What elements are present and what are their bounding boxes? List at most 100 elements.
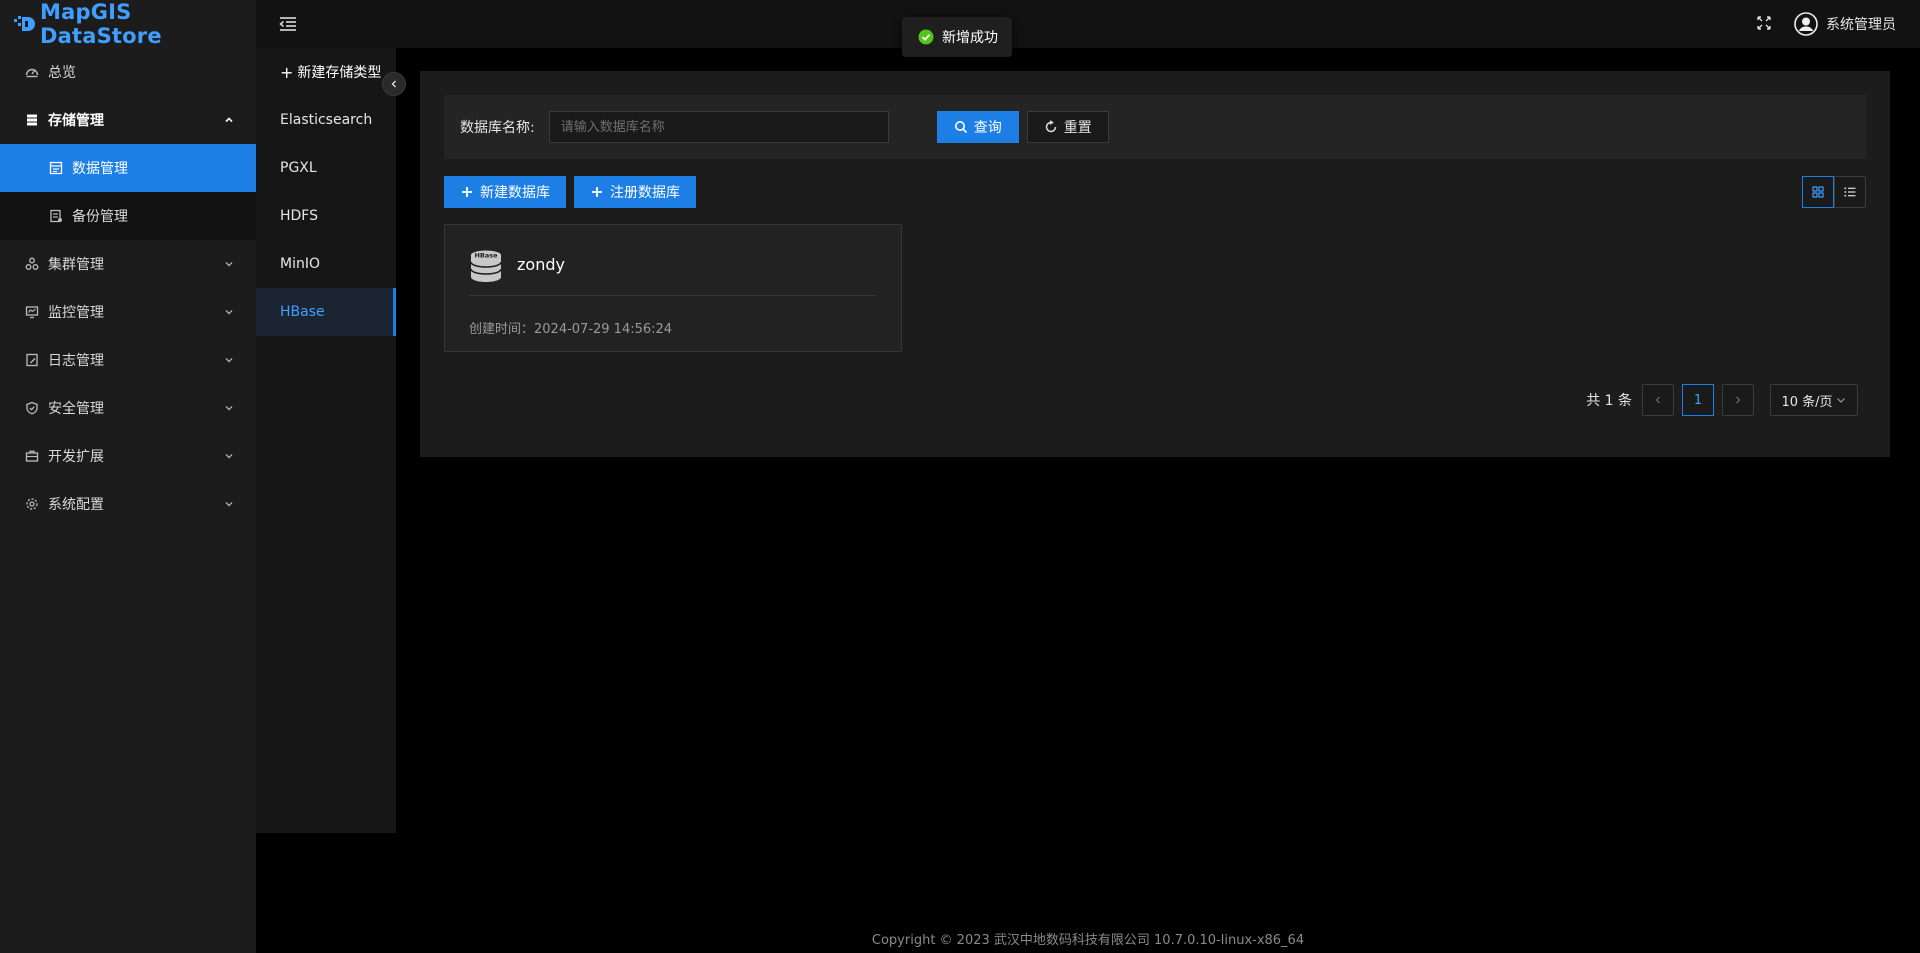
gear-icon xyxy=(24,496,40,512)
card-divider xyxy=(469,295,877,296)
toolbox-icon xyxy=(24,448,40,464)
register-database-label: 注册数据库 xyxy=(610,185,680,201)
database-created-time: 创建时间：2024-07-29 14:56:24 xyxy=(469,322,673,337)
success-toast: 新增成功 xyxy=(902,17,1012,57)
reload-icon xyxy=(1044,120,1058,134)
sidebar-item-label: 存储管理 xyxy=(48,113,104,129)
database-card[interactable]: HBase zondy 创建时间：2024-07-29 14:56:24 xyxy=(444,224,902,352)
grid-view-button[interactable] xyxy=(1802,176,1834,208)
log-icon xyxy=(24,352,40,368)
plus-icon: + xyxy=(280,62,294,82)
sidebar-item-label: 数据管理 xyxy=(72,161,128,177)
page-button-1[interactable]: 1 xyxy=(1682,384,1714,416)
chevron-right-icon xyxy=(1736,396,1741,404)
chevron-left-icon xyxy=(1655,396,1660,404)
sidebar-item-storage[interactable]: 存储管理 xyxy=(0,96,256,144)
query-label: 查询 xyxy=(973,120,1002,136)
sidebar-item-config[interactable]: 系统配置 xyxy=(0,480,256,528)
user-name: 系统管理员 xyxy=(1826,17,1896,33)
sidebar-item-security[interactable]: 安全管理 xyxy=(0,384,256,432)
backup-icon xyxy=(48,208,64,224)
new-database-label: 新建数据库 xyxy=(480,185,550,201)
monitor-icon xyxy=(24,304,40,320)
db-type-badge: HBase xyxy=(474,252,498,260)
sidebar-item-dev[interactable]: 开发扩展 xyxy=(0,432,256,480)
sidebar-item-cluster[interactable]: 集群管理 xyxy=(0,240,256,288)
data-manage-icon xyxy=(48,160,64,176)
database-name: zondy xyxy=(517,255,565,274)
prev-page-button[interactable] xyxy=(1642,384,1674,416)
sidebar-item-label: 安全管理 xyxy=(48,401,104,417)
sidebar-item-data-manage[interactable]: 数据管理 xyxy=(0,144,256,192)
chevron-down-icon xyxy=(222,257,236,271)
user-menu[interactable]: 系统管理员 xyxy=(1794,11,1896,37)
list-icon xyxy=(1844,187,1856,197)
chevron-left-icon xyxy=(391,80,396,88)
sidebar-item-label: 集群管理 xyxy=(48,257,104,273)
storage-type-minio[interactable]: MinIO xyxy=(256,240,396,288)
new-database-button[interactable]: 新建数据库 xyxy=(444,176,566,208)
new-storage-type-label: 新建存储类型 xyxy=(297,65,382,81)
storage-type-pgxl[interactable]: PGXL xyxy=(256,144,396,192)
chevron-down-icon xyxy=(222,449,236,463)
new-storage-type-button[interactable]: + 新建存储类型 xyxy=(256,48,396,96)
page-size-value: 10 条/页 xyxy=(1781,394,1833,410)
plus-icon xyxy=(460,185,474,199)
plus-icon xyxy=(590,185,604,199)
brand-name: MapGIS DataStore xyxy=(40,0,162,48)
chevron-down-icon xyxy=(1835,394,1847,406)
chevron-up-icon xyxy=(222,113,236,127)
shield-icon xyxy=(24,400,40,416)
sidebar-item-label: 监控管理 xyxy=(48,305,104,321)
storage-type-hbase[interactable]: HBase xyxy=(256,288,396,336)
pagination-total: 共 1 条 xyxy=(1586,393,1632,409)
sidebar-item-label: 开发扩展 xyxy=(48,449,104,465)
footer-copyright: Copyright © 2023 武汉中地数码科技有限公司 10.7.0.10-… xyxy=(871,932,1305,948)
reset-label: 重置 xyxy=(1063,120,1092,136)
search-icon xyxy=(954,120,968,134)
storage-submenu: 数据管理 备份管理 xyxy=(0,144,256,240)
toast-message: 新增成功 xyxy=(942,30,998,46)
menu-fold-icon[interactable] xyxy=(278,14,298,34)
app-root: MapGIS DataStore 总览 存储管理 数据管理 备份管理 集群管理 … xyxy=(0,0,1920,953)
sidebar-item-overview[interactable]: 总览 xyxy=(0,48,256,96)
chevron-down-icon xyxy=(222,353,236,367)
query-button[interactable]: 查询 xyxy=(936,111,1019,143)
sidebar-item-label: 总览 xyxy=(48,65,76,81)
sidebar-item-monitor[interactable]: 监控管理 xyxy=(0,288,256,336)
main-content: 数据库名称: 查询 重置 新建数据库 xyxy=(420,71,1890,457)
register-database-button[interactable]: 注册数据库 xyxy=(574,176,696,208)
next-page-button[interactable] xyxy=(1722,384,1754,416)
pagination: 共 1 条 1 10 条/页 xyxy=(1586,384,1858,416)
topbar: 系统管理员 xyxy=(256,0,1920,48)
sidebar: MapGIS DataStore 总览 存储管理 数据管理 备份管理 集群管理 … xyxy=(0,0,256,953)
view-toggle xyxy=(1802,176,1866,208)
storage-icon xyxy=(24,112,40,128)
grid-icon xyxy=(1812,186,1824,198)
storage-type-panel: + 新建存储类型 Elasticsearch PGXL HDFS MinIO H… xyxy=(256,48,396,833)
sidebar-item-log[interactable]: 日志管理 xyxy=(0,336,256,384)
page-size-select[interactable]: 10 条/页 xyxy=(1770,384,1858,416)
reset-button[interactable]: 重置 xyxy=(1026,111,1109,143)
search-label: 数据库名称: xyxy=(460,120,535,136)
sidebar-item-label: 系统配置 xyxy=(48,497,104,513)
chevron-down-icon xyxy=(222,401,236,415)
db-name-search-input[interactable] xyxy=(548,111,889,143)
panel-collapse-button[interactable] xyxy=(382,72,406,96)
chevron-down-icon xyxy=(222,497,236,511)
storage-type-hdfs[interactable]: HDFS xyxy=(256,192,396,240)
list-view-button[interactable] xyxy=(1834,176,1866,208)
sidebar-item-backup[interactable]: 备份管理 xyxy=(0,192,256,240)
logo: MapGIS DataStore xyxy=(0,0,256,48)
sidebar-item-label: 日志管理 xyxy=(48,353,104,369)
storage-type-elasticsearch[interactable]: Elasticsearch xyxy=(256,96,396,144)
sidebar-item-label: 备份管理 xyxy=(72,209,128,225)
hbase-database-icon: HBase xyxy=(469,249,503,283)
avatar xyxy=(1794,12,1818,36)
logo-mark-icon xyxy=(14,15,36,33)
chevron-down-icon xyxy=(222,305,236,319)
search-bar: 数据库名称: 查询 重置 xyxy=(444,95,1866,159)
fullscreen-icon[interactable] xyxy=(1756,15,1772,31)
action-row: 新建数据库 注册数据库 xyxy=(444,176,704,208)
check-circle-icon xyxy=(918,29,934,45)
